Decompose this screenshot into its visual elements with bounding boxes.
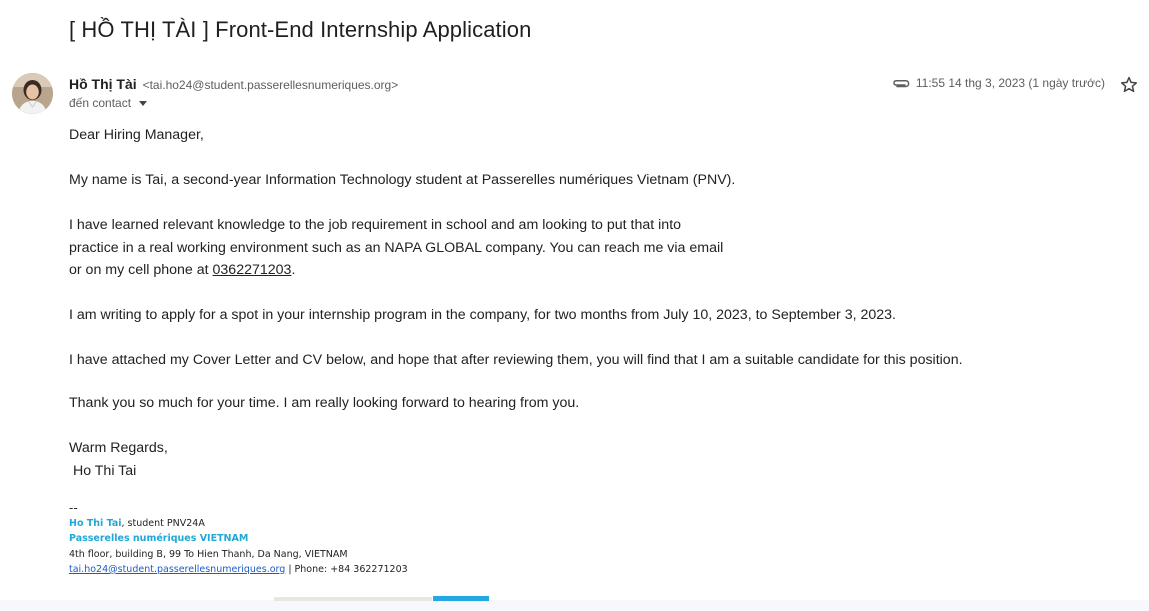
page-bottom-strip bbox=[0, 600, 1149, 611]
paragraph-line: practice in a real working environment s… bbox=[69, 239, 724, 256]
paragraph-intro: My name is Tai, a second-year Informatio… bbox=[69, 172, 736, 188]
paragraph-knowledge: I have learned relevant knowledge to the… bbox=[69, 214, 1069, 282]
message-timestamp: 11:55 14 thg 3, 2023 (1 ngày trước) bbox=[915, 76, 1105, 90]
signature-address: 4th floor, building B, 99 To Hien Thanh,… bbox=[69, 548, 348, 560]
signature-separator: -- bbox=[69, 501, 78, 515]
paragraph-apply: I am writing to apply for a spot in your… bbox=[69, 307, 896, 323]
attachment-thumbnail[interactable] bbox=[274, 597, 432, 601]
signature-org: Passerelles numériques VIETNAM bbox=[69, 533, 249, 545]
email-subject: [ HỒ THỊ TÀI ] Front-End Internship Appl… bbox=[69, 17, 532, 42]
recipient-label: đến contact bbox=[69, 96, 132, 110]
email-signature: -- Ho Thi Tai, student PNV24A Passerelle… bbox=[69, 500, 408, 577]
paragraph-attachments: I have attached my Cover Letter and CV b… bbox=[69, 352, 963, 368]
sender-name[interactable]: Hồ Thị Tài bbox=[69, 76, 137, 92]
signature-phone: | Phone: +84 362271203 bbox=[285, 563, 408, 575]
signature-role: , student PNV24A bbox=[121, 518, 205, 529]
signature-name-line: Ho Thi Tai, student PNV24A bbox=[69, 516, 408, 531]
signature-name: Ho Thi Tai bbox=[69, 518, 122, 529]
phone-link[interactable]: 0362271203 bbox=[213, 262, 292, 278]
attachment-thumbnail-accent[interactable] bbox=[433, 596, 489, 601]
star-icon bbox=[1120, 76, 1138, 93]
paperclip-icon bbox=[893, 79, 910, 88]
paragraph-line: I have learned relevant knowledge to the… bbox=[69, 217, 682, 233]
signature-email-link[interactable]: tai.ho24@student.passerellesnumeriques.o… bbox=[69, 564, 285, 575]
star-button[interactable] bbox=[1117, 73, 1141, 97]
sender-email: <tai.ho24@student.passerellesnumeriques.… bbox=[142, 78, 399, 92]
recipient-toggle[interactable]: đến contact bbox=[69, 96, 148, 110]
paragraph-line: . bbox=[291, 262, 296, 278]
email-view: [ HỒ THỊ TÀI ] Front-End Internship Appl… bbox=[0, 0, 1149, 611]
sender-line: Hồ Thị Tài <tai.ho24@student.passerelles… bbox=[69, 76, 398, 92]
greeting: Dear Hiring Manager, bbox=[69, 127, 204, 143]
paragraph-line: or on my cell phone at bbox=[69, 262, 213, 278]
paragraph-thanks: Thank you so much for your time. I am re… bbox=[69, 395, 580, 411]
email-body: Dear Hiring Manager, My name is Tai, a s… bbox=[69, 124, 1069, 482]
signature-contact-line: tai.ho24@student.passerellesnumeriques.o… bbox=[69, 562, 408, 577]
closing: Warm Regards, bbox=[69, 440, 168, 456]
closing-name: Ho Thi Tai bbox=[69, 462, 137, 479]
avatar-photo bbox=[12, 73, 53, 114]
chevron-down-icon bbox=[139, 101, 148, 106]
message-meta: 11:55 14 thg 3, 2023 (1 ngày trước) bbox=[892, 76, 1105, 90]
sender-avatar[interactable] bbox=[12, 73, 53, 114]
